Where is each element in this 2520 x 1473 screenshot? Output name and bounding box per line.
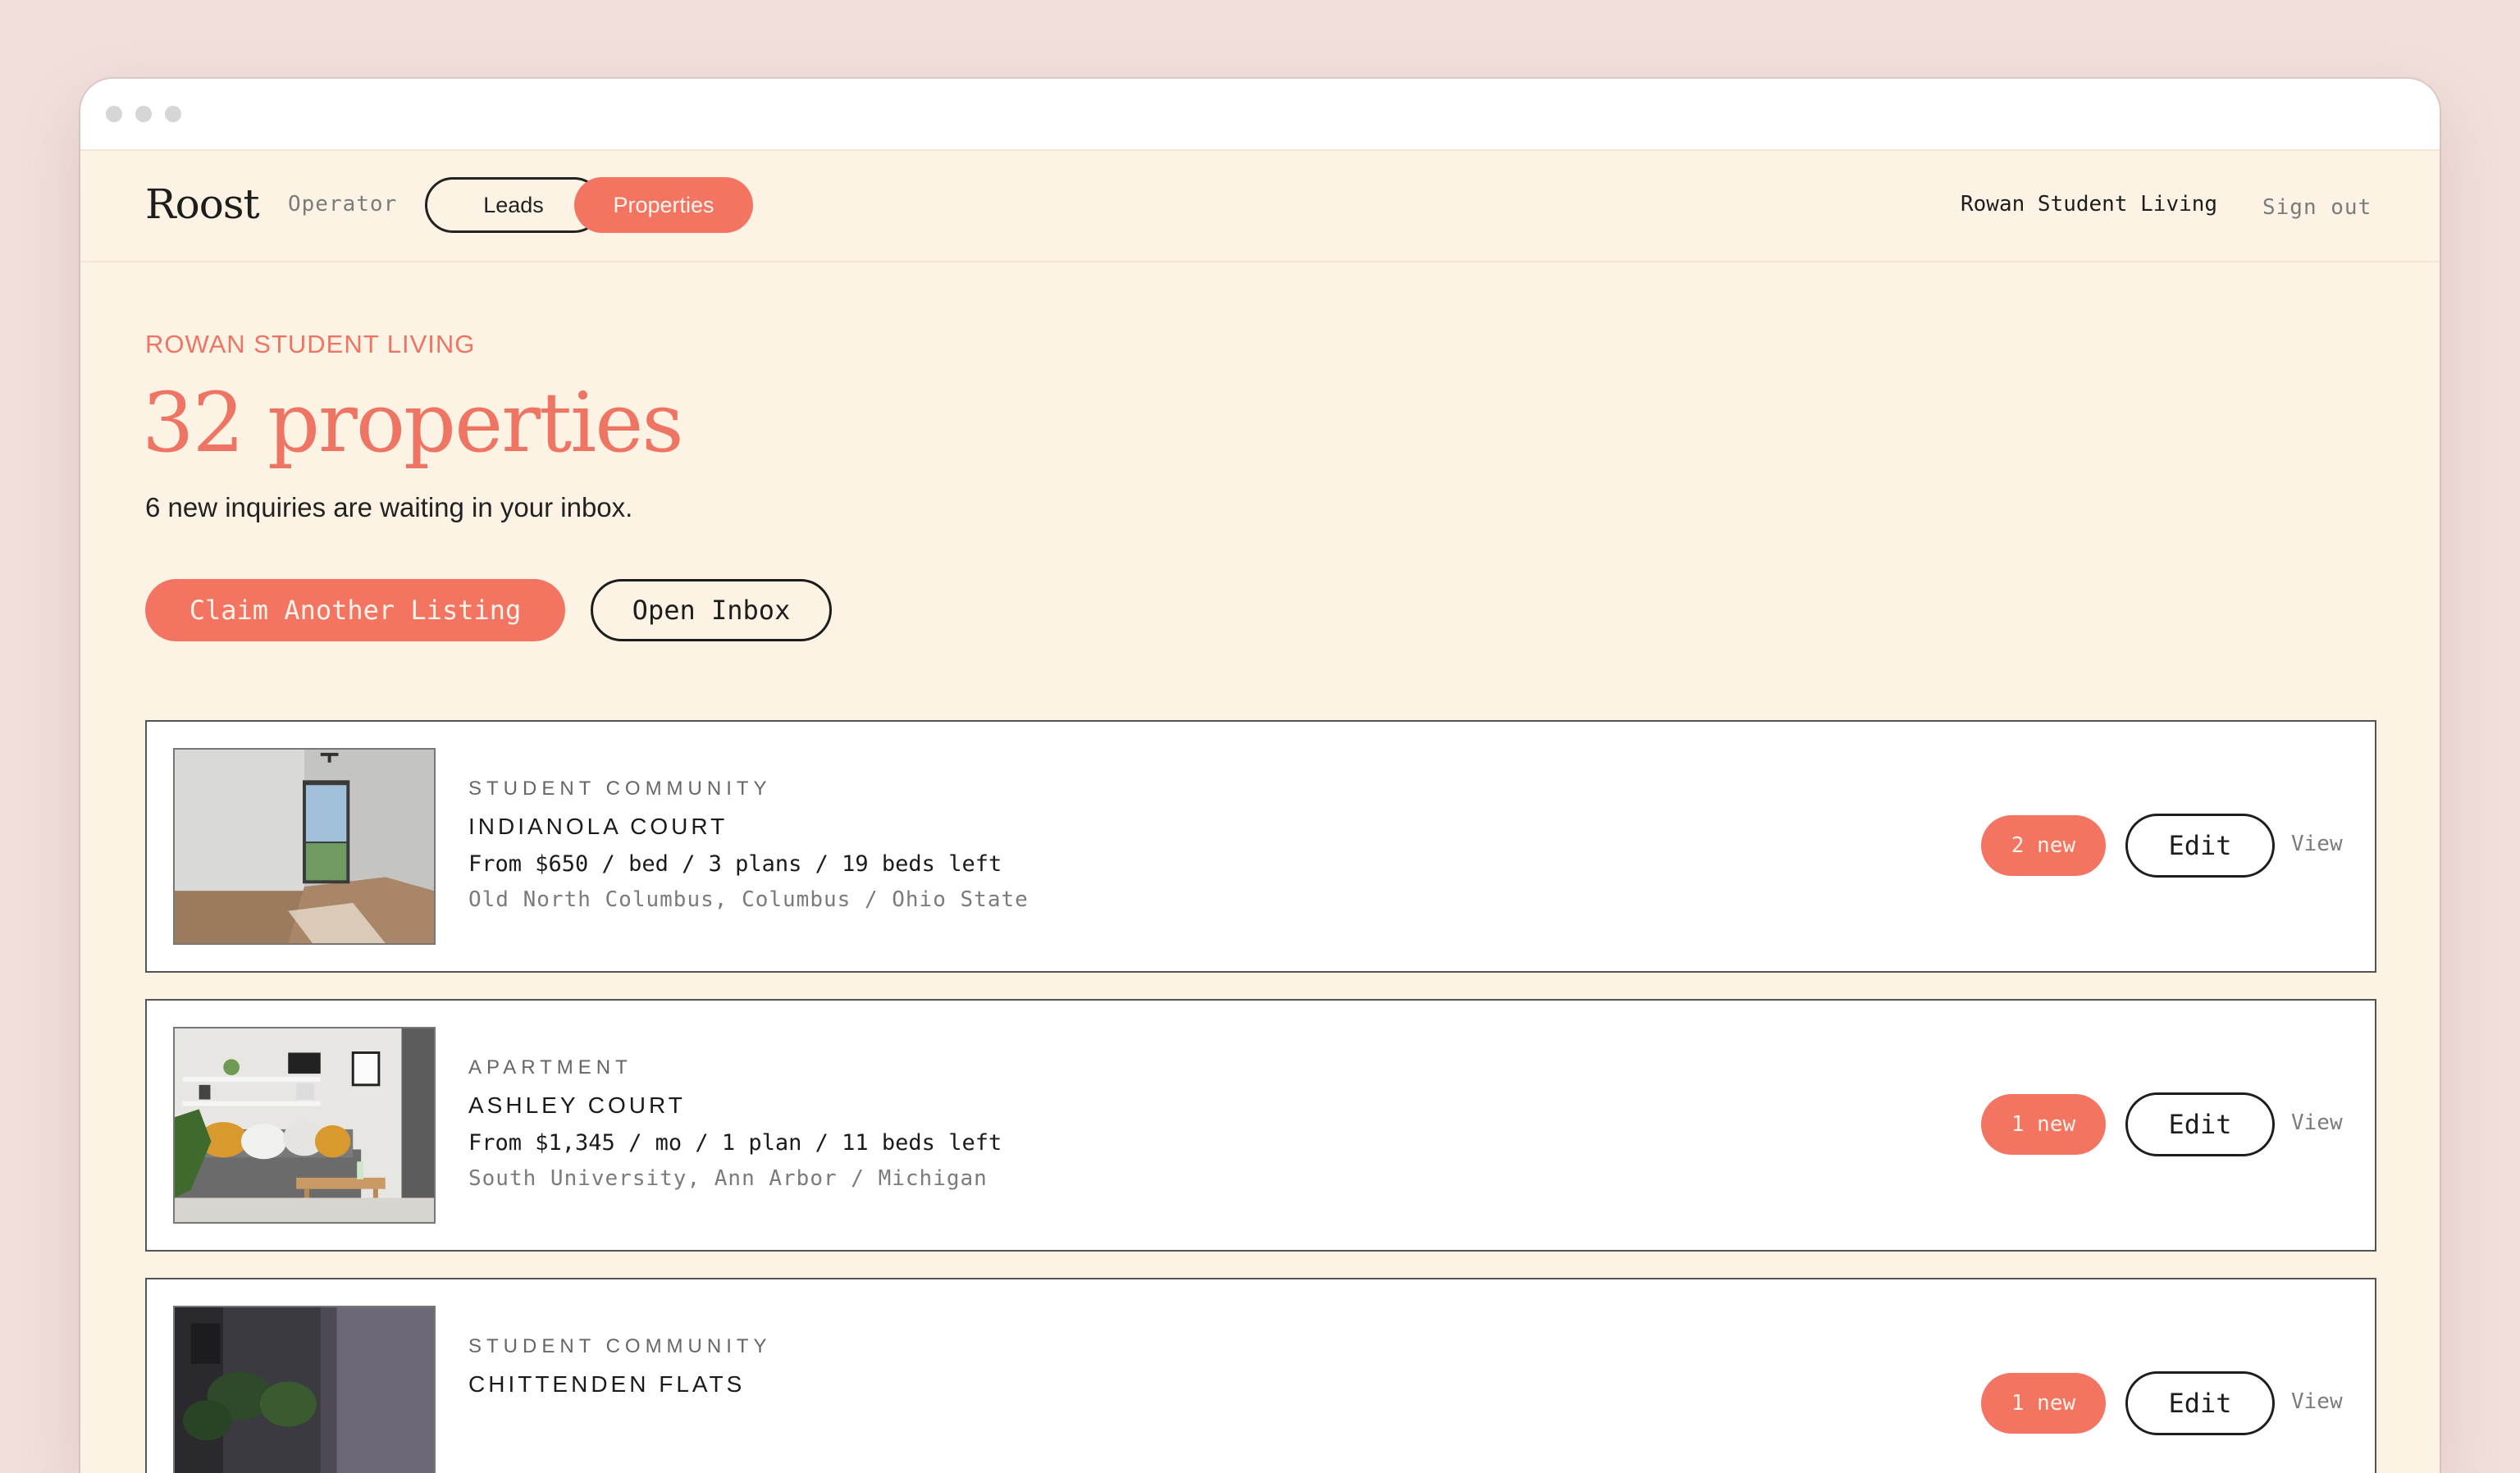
inbox-summary: 6 new inquiries are waiting in your inbo…	[145, 492, 633, 522]
tab-properties[interactable]: Properties	[574, 177, 753, 233]
property-photo-plants	[175, 1307, 434, 1473]
page-title: 32 properties	[142, 375, 684, 471]
edit-button[interactable]: Edit	[2125, 1371, 2275, 1435]
organization-name: Rowan Student Living	[1961, 192, 2218, 217]
brand-logo[interactable]: Roost	[145, 180, 260, 228]
browser-window: Roost Operator Leads Properties Rowan St…	[80, 79, 2440, 1473]
new-inquiries-badge[interactable]: 2 new	[1981, 815, 2106, 876]
view-link[interactable]: View	[2291, 832, 2343, 856]
new-inquiries-badge[interactable]: 1 new	[1981, 1094, 2106, 1155]
role-label: Operator	[288, 192, 398, 217]
property-name[interactable]: CHITTENDEN FLATS	[468, 1371, 745, 1398]
claim-listing-button[interactable]: Claim Another Listing	[145, 579, 565, 641]
window-close-dot[interactable]	[106, 106, 122, 122]
property-photo-room	[175, 750, 434, 943]
window-titlebar	[80, 79, 2440, 151]
open-inbox-button[interactable]: Open Inbox	[591, 579, 832, 641]
property-location: South University, Ann Arbor / Michigan	[468, 1166, 988, 1191]
view-link[interactable]: View	[2291, 1389, 2343, 1414]
property-type: STUDENT COMMUNITY	[468, 778, 772, 800]
property-name[interactable]: INDIANOLA COURT	[468, 814, 728, 840]
new-inquiries-badge[interactable]: 1 new	[1981, 1373, 2106, 1434]
property-type: APARTMENT	[468, 1056, 632, 1079]
property-location: Old North Columbus, Columbus / Ohio Stat…	[468, 887, 1029, 912]
property-photo-living-room	[175, 1028, 434, 1222]
property-card[interactable]: STUDENT COMMUNITY INDIANOLA COURT From $…	[145, 720, 2376, 973]
edit-button[interactable]: Edit	[2125, 1092, 2275, 1156]
view-link[interactable]: View	[2291, 1110, 2343, 1135]
property-photo	[173, 1306, 436, 1473]
property-photo	[173, 748, 436, 945]
property-name[interactable]: ASHLEY COURT	[468, 1092, 686, 1119]
property-card[interactable]: APARTMENT ASHLEY COURT From $1,345 / mo …	[145, 999, 2376, 1252]
property-pricing: From $1,345 / mo / 1 plan / 11 beds left	[468, 1130, 1002, 1156]
organization-eyebrow: ROWAN STUDENT LIVING	[145, 330, 476, 358]
property-photo	[173, 1027, 436, 1224]
property-card[interactable]: STUDENT COMMUNITY CHITTENDEN FLATS 1 new…	[145, 1278, 2376, 1473]
sign-out-link[interactable]: Sign out	[2262, 195, 2372, 220]
top-navigation: Roost Operator Leads Properties Rowan St…	[80, 151, 2440, 262]
property-type: STUDENT COMMUNITY	[468, 1335, 772, 1357]
window-minimize-dot[interactable]	[135, 106, 152, 122]
window-zoom-dot[interactable]	[165, 106, 181, 122]
edit-button[interactable]: Edit	[2125, 814, 2275, 878]
property-pricing: From $650 / bed / 3 plans / 19 beds left	[468, 851, 1002, 877]
